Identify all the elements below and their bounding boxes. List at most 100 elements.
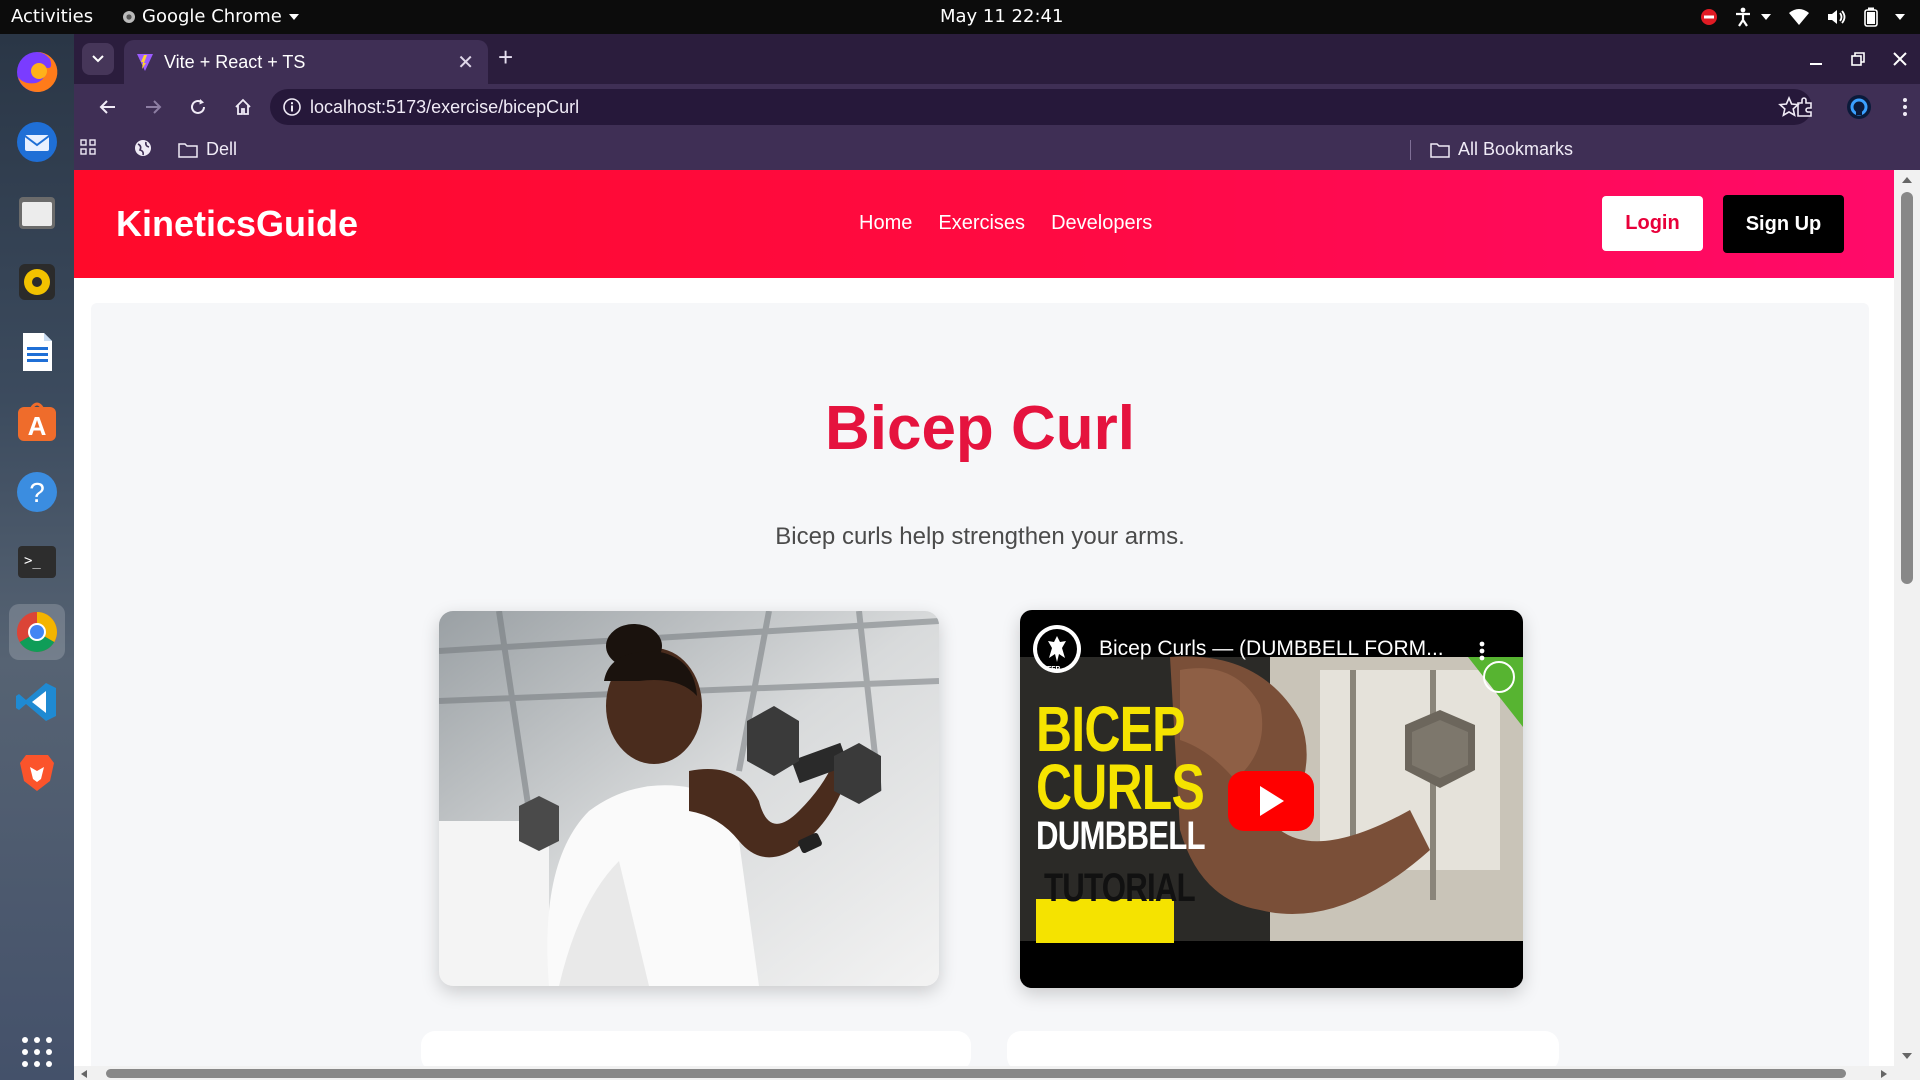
- reload-icon: [191, 99, 205, 114]
- folder-icon: [178, 142, 198, 158]
- scroll-left-icon[interactable]: [80, 1069, 88, 1079]
- home-icon: [235, 98, 251, 115]
- video-more-icon[interactable]: [1478, 640, 1486, 662]
- video-title[interactable]: Bicep Curls — (DUMBBELL FORM...: [1099, 637, 1444, 661]
- window-controls: [1808, 34, 1920, 84]
- chevron-down-icon: [92, 55, 104, 63]
- brave-icon[interactable]: [9, 744, 65, 800]
- close-icon[interactable]: [1892, 51, 1908, 67]
- show-apps-icon[interactable]: [9, 1024, 65, 1080]
- app-center-icon[interactable]: A: [9, 394, 65, 450]
- signup-button[interactable]: Sign Up: [1723, 195, 1844, 253]
- thumbnail-text-2: CURLS: [1036, 751, 1205, 823]
- scroll-right-icon[interactable]: [1880, 1069, 1888, 1079]
- bookmark-folder-dell[interactable]: Dell: [178, 139, 237, 160]
- bookmark-divider: [1410, 140, 1411, 160]
- activities-button[interactable]: Activities: [11, 6, 93, 27]
- vertical-scrollbar[interactable]: [1894, 170, 1920, 1066]
- horizontal-scrollbar[interactable]: [74, 1066, 1920, 1080]
- app-menu-label: Google Chrome: [142, 6, 282, 27]
- rhythmbox-icon[interactable]: [9, 254, 65, 310]
- forward-button[interactable]: [141, 95, 165, 119]
- profile-avatar-icon[interactable]: [1846, 94, 1872, 120]
- globe-bookmark[interactable]: [134, 139, 152, 157]
- video-player[interactable]: FFP Bicep Curls — (DUMBBELL FORM... BICE…: [1020, 610, 1523, 988]
- volume-icon: [1828, 10, 1846, 24]
- new-tab-button[interactable]: +: [498, 44, 513, 70]
- nav-home[interactable]: Home: [859, 212, 912, 235]
- svg-text:?: ?: [29, 477, 45, 508]
- terminal-icon[interactable]: >_: [9, 534, 65, 590]
- thumbnail-text-4: TUTORIAL: [1044, 866, 1196, 910]
- scroll-down-icon[interactable]: [1901, 1052, 1913, 1060]
- apps-grid-icon: [80, 139, 96, 155]
- scroll-up-icon[interactable]: [1901, 176, 1913, 184]
- channel-badge: FFP: [1047, 666, 1061, 673]
- chevron-down-icon: [1895, 14, 1905, 20]
- vite-favicon-icon: [137, 54, 153, 71]
- site-logo[interactable]: KineticsGuide: [116, 203, 358, 245]
- globe-icon: [135, 140, 151, 156]
- back-button[interactable]: [96, 95, 120, 119]
- accessibility-menu[interactable]: [1734, 7, 1772, 27]
- play-button-icon[interactable]: [1228, 771, 1314, 831]
- system-tray[interactable]: [1700, 0, 1906, 34]
- firefox-icon[interactable]: [9, 44, 65, 100]
- more-menu-icon[interactable]: [1902, 97, 1908, 117]
- chrome-small-icon: [123, 10, 135, 23]
- writer-icon[interactable]: [9, 324, 65, 380]
- tab-close-icon[interactable]: ✕: [457, 50, 474, 75]
- tab-strip: Vite + React + TS ✕ +: [74, 34, 1920, 84]
- minimize-icon[interactable]: [1808, 51, 1824, 67]
- clock[interactable]: May 11 22:41: [940, 6, 1063, 27]
- site-info-icon[interactable]: [282, 97, 302, 117]
- do-not-disturb-icon: [1701, 9, 1717, 25]
- card-peek-right: [1007, 1031, 1559, 1071]
- help-icon[interactable]: ?: [9, 464, 65, 520]
- page-viewport: KineticsGuide Home Exercises Developers …: [74, 170, 1920, 1080]
- wifi-icon: [1789, 9, 1809, 25]
- site-header: KineticsGuide Home Exercises Developers …: [74, 170, 1894, 278]
- chevron-down-icon: [288, 13, 299, 20]
- exercise-description: Bicep curls help strengthen your arms.: [775, 523, 1185, 550]
- tab-search-button[interactable]: [82, 43, 114, 75]
- toolbar-right: [1794, 84, 1908, 130]
- reload-button[interactable]: [186, 95, 210, 119]
- home-button[interactable]: [231, 95, 255, 119]
- bookmark-label: Dell: [206, 139, 238, 159]
- battery-icon: [1864, 7, 1878, 27]
- all-bookmarks[interactable]: All Bookmarks: [1430, 139, 1573, 160]
- vscode-icon[interactable]: [9, 674, 65, 730]
- chrome-icon[interactable]: [9, 604, 65, 660]
- nav-exercises[interactable]: Exercises: [938, 212, 1025, 235]
- main-nav: Home Exercises Developers: [859, 212, 1152, 235]
- folder-icon: [1430, 142, 1450, 158]
- files-icon[interactable]: [9, 184, 65, 240]
- login-button[interactable]: Login: [1602, 196, 1703, 251]
- nav-developers[interactable]: Developers: [1051, 212, 1152, 235]
- address-bar[interactable]: localhost:5173/exercise/bicepCurl: [270, 89, 1812, 125]
- exercise-title: Bicep Curl: [824, 394, 1136, 463]
- card-peek-left: [421, 1031, 971, 1071]
- restore-icon[interactable]: [1850, 51, 1866, 67]
- vertical-scroll-thumb[interactable]: [1901, 192, 1913, 584]
- exercise-photo: [439, 611, 939, 986]
- apps-shortcut[interactable]: [80, 139, 96, 155]
- app-menu[interactable]: Google Chrome: [122, 6, 300, 27]
- thumbnail-text-3: DUMBBELL: [1036, 814, 1206, 858]
- svg-text:>_: >_: [24, 553, 41, 569]
- tab-active[interactable]: Vite + React + TS ✕: [124, 40, 488, 84]
- svg-text:A: A: [28, 411, 47, 441]
- arrow-right-icon: [146, 100, 162, 114]
- horizontal-scroll-thumb[interactable]: [106, 1069, 1846, 1078]
- extensions-icon[interactable]: [1794, 96, 1816, 118]
- browser-toolbar: localhost:5173/exercise/bicepCurl: [74, 84, 1920, 130]
- arrow-left-icon: [99, 100, 115, 114]
- thunderbird-icon[interactable]: [9, 114, 65, 170]
- url-text: localhost:5173/exercise/bicepCurl: [310, 97, 580, 117]
- chevron-down-icon: [1761, 14, 1771, 20]
- tab-title: Vite + React + TS: [164, 52, 306, 72]
- accessibility-icon: [1736, 7, 1750, 27]
- chrome-window: Vite + React + TS ✕ + localhost:5173/exe…: [74, 34, 1920, 1080]
- exercise-content: Bicep Curl Bicep curls help strengthen y…: [91, 303, 1869, 1080]
